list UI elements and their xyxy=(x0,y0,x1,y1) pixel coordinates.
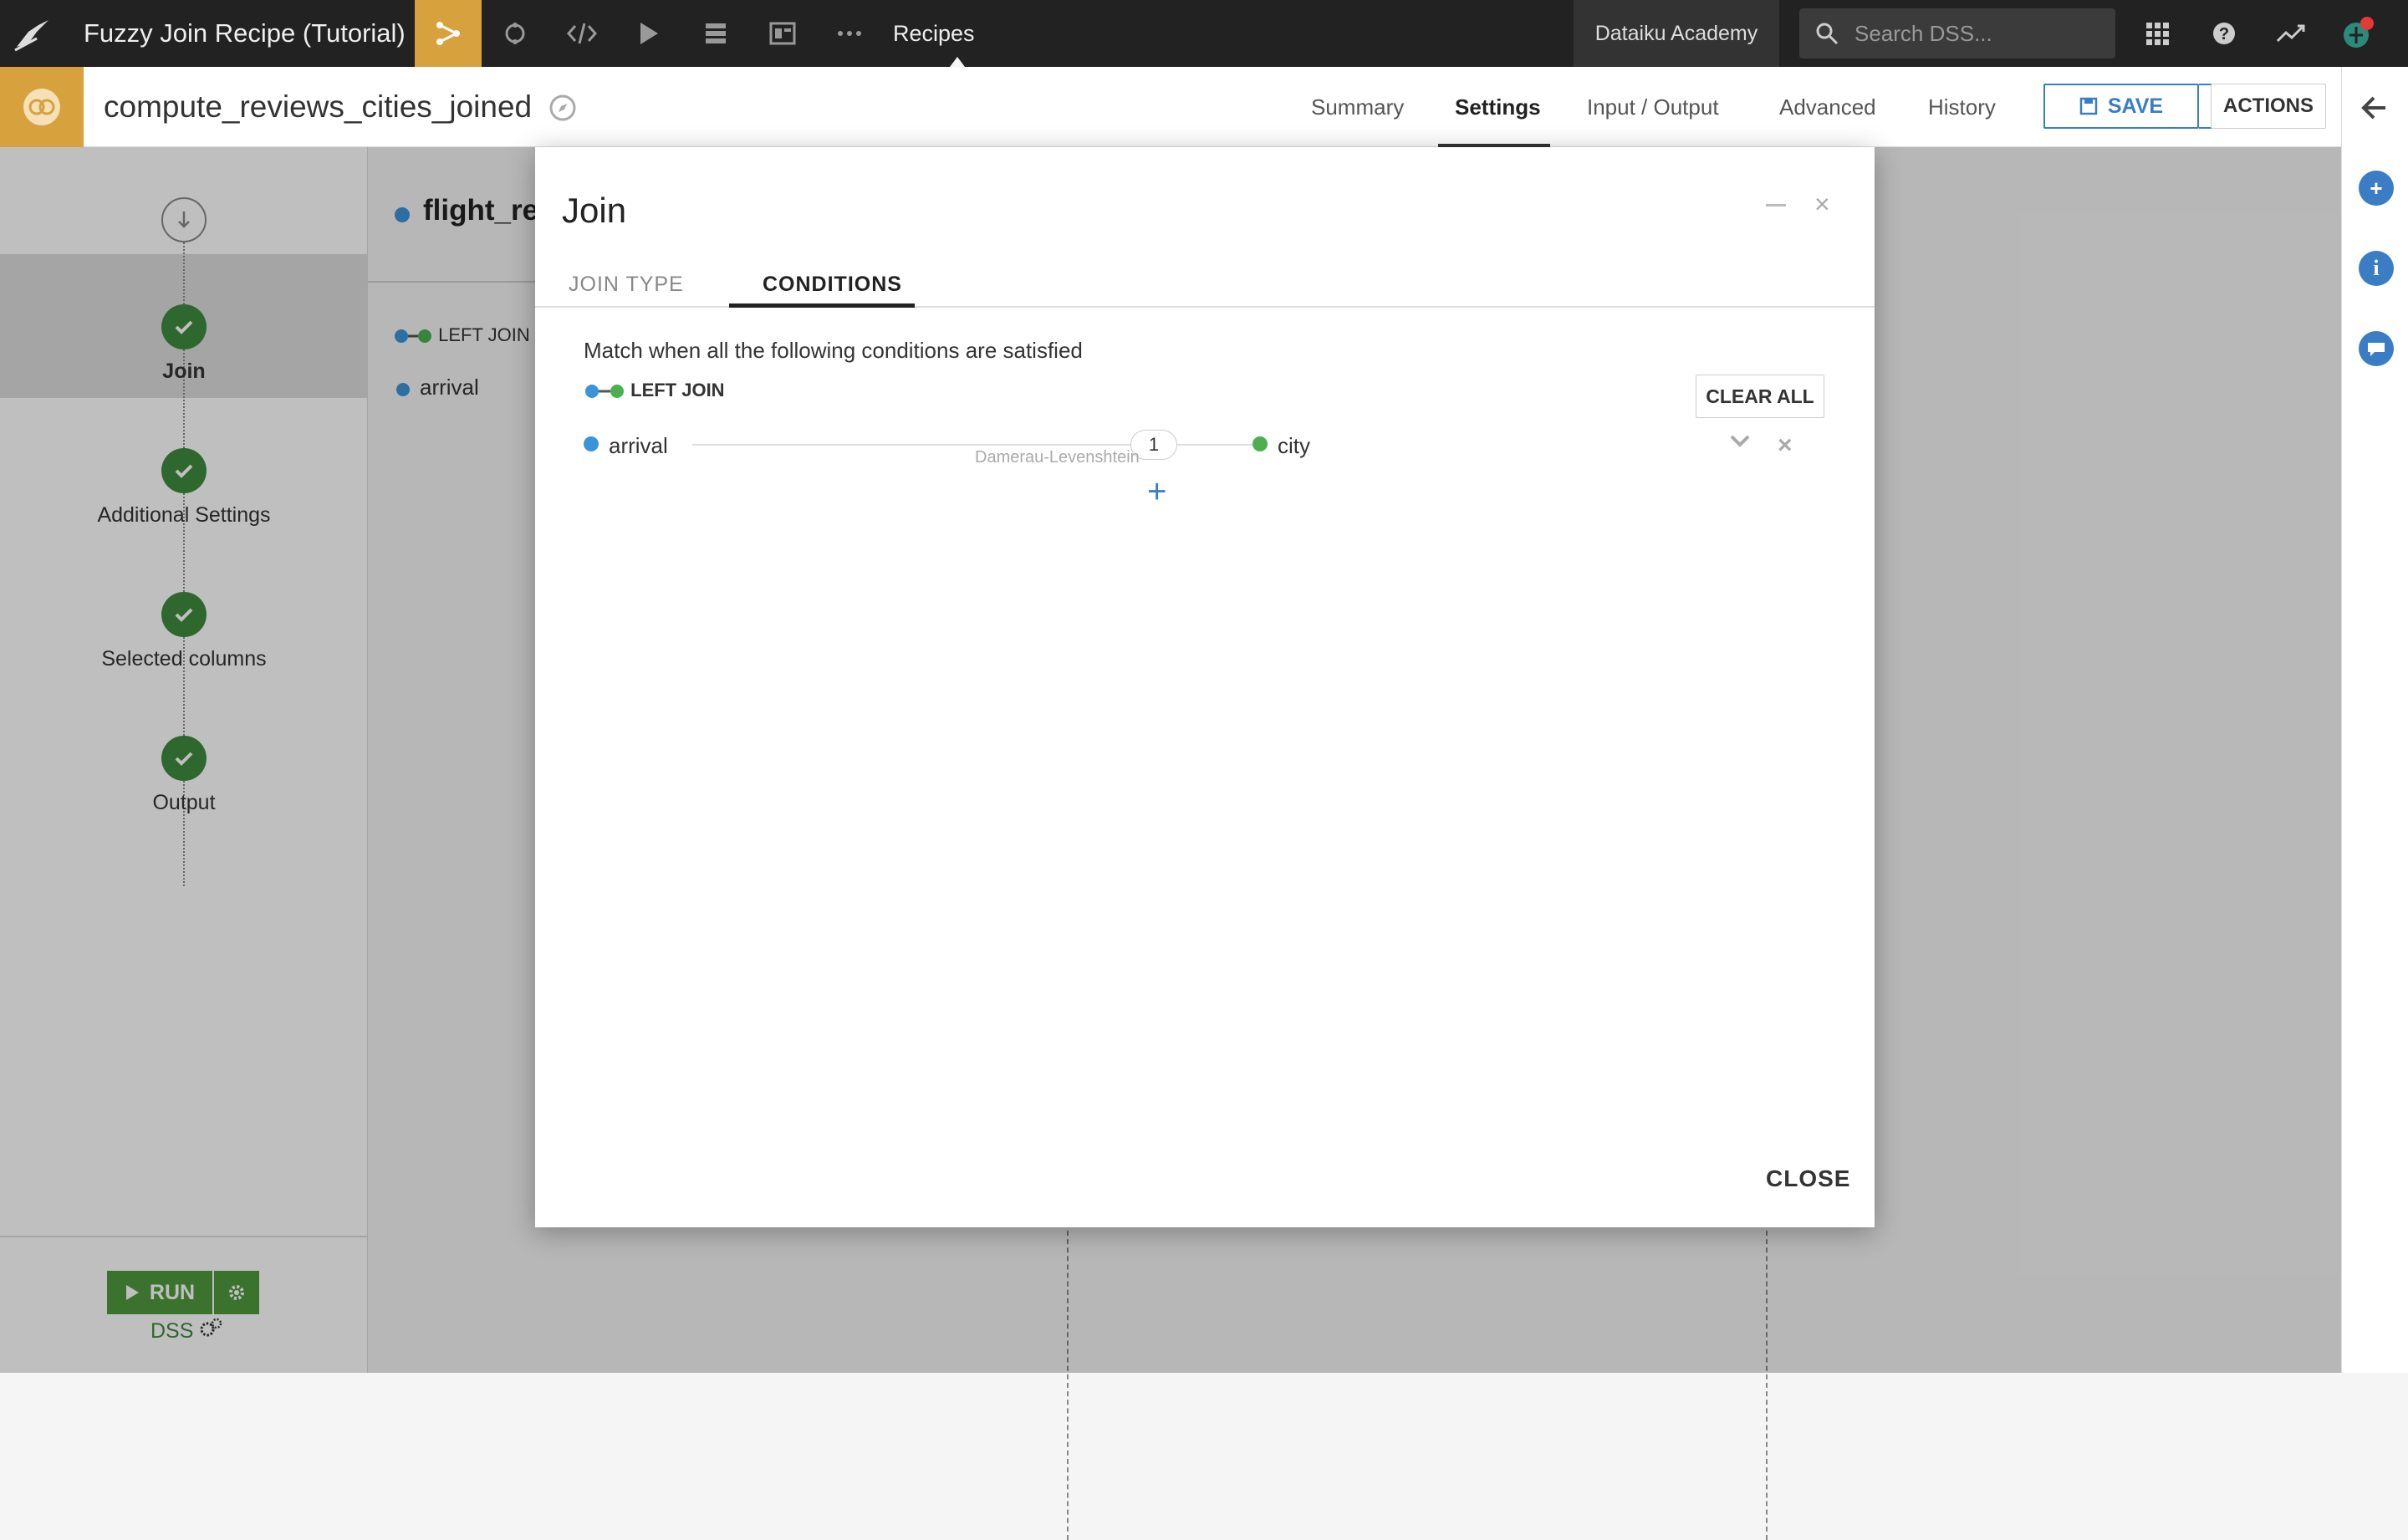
search-icon xyxy=(1814,21,1839,50)
dashboard-icon[interactable] xyxy=(749,0,816,67)
search-input[interactable] xyxy=(1853,8,2104,59)
tab-summary[interactable]: Summary xyxy=(1311,67,1404,147)
add-condition-button[interactable]: + xyxy=(1147,473,1166,511)
condition-left-column[interactable]: arrival xyxy=(609,433,668,459)
recipe-header: compute_reviews_cities_joined Summary Se… xyxy=(0,67,2408,147)
activity-trend-icon[interactable] xyxy=(2258,0,2324,67)
user-avatar-icon[interactable] xyxy=(2324,0,2391,67)
compass-icon[interactable] xyxy=(548,94,577,126)
close-button[interactable]: CLOSE xyxy=(1766,1165,1850,1192)
save-icon xyxy=(2079,97,2098,115)
play-icon[interactable] xyxy=(615,0,682,67)
code-icon[interactable] xyxy=(548,0,615,67)
top-navigation-bar: Fuzzy Join Recipe (Tutorial) Recipes Dat… xyxy=(0,0,2408,67)
tab-settings[interactable]: Settings xyxy=(1455,67,1541,147)
save-button[interactable]: SAVE xyxy=(2043,84,2199,129)
help-icon[interactable]: ? xyxy=(2191,0,2258,67)
dataiku-academy-link[interactable]: Dataiku Academy xyxy=(1574,0,1779,67)
breadcrumb-caret xyxy=(950,57,965,67)
flow-icon[interactable] xyxy=(415,0,482,67)
modal-title: Join xyxy=(562,191,627,230)
tab-history[interactable]: History xyxy=(1928,67,1996,147)
left-column-dot xyxy=(584,436,599,451)
tab-advanced[interactable]: Advanced xyxy=(1779,67,1876,147)
search-box[interactable] xyxy=(1799,8,2115,59)
clear-all-button[interactable]: CLEAR ALL xyxy=(1696,375,1824,418)
tab-input-output[interactable]: Input / Output xyxy=(1587,67,1719,147)
remove-condition-icon[interactable]: × xyxy=(1778,431,1793,460)
chevron-down-icon[interactable] xyxy=(1729,433,1751,452)
condition-right-column[interactable]: city xyxy=(1278,433,1310,459)
info-icon[interactable]: i xyxy=(2359,251,2394,286)
join-recipe-icon xyxy=(0,67,84,147)
dataiku-logo-icon[interactable] xyxy=(12,13,54,55)
add-icon[interactable]: + xyxy=(2359,171,2394,206)
chat-icon[interactable] xyxy=(2359,331,2394,366)
close-icon[interactable]: × xyxy=(1814,189,1830,220)
tab-join-type[interactable]: JOIN TYPE xyxy=(569,273,684,297)
stack-icon[interactable] xyxy=(682,0,749,67)
minimize-icon[interactable] xyxy=(1766,204,1786,207)
actions-button[interactable]: ACTIONS xyxy=(2211,84,2326,129)
condition-connector-line xyxy=(1177,444,1258,446)
collapse-arrow-icon[interactable] xyxy=(2360,95,2389,125)
apps-grid-icon[interactable] xyxy=(2124,0,2191,67)
more-icon[interactable] xyxy=(816,0,883,67)
refresh-cycle-icon[interactable] xyxy=(482,0,548,67)
condition-connector-line xyxy=(692,444,1130,446)
recipe-name[interactable]: compute_reviews_cities_joined xyxy=(104,67,532,147)
join-conditions-modal: Join × JOIN TYPE CONDITIONS Match when a… xyxy=(535,147,1875,1227)
right-rail: + i xyxy=(2341,67,2408,1373)
join-type-indicator: LEFT JOIN xyxy=(584,380,725,401)
right-column-dot xyxy=(1252,436,1268,451)
save-label: SAVE xyxy=(2107,94,2164,118)
tab-conditions[interactable]: CONDITIONS xyxy=(763,273,902,297)
join-type-text: LEFT JOIN xyxy=(630,380,725,400)
modal-active-tab-underline xyxy=(729,303,915,308)
svg-text:?: ? xyxy=(2219,25,2229,43)
left-join-icon xyxy=(585,385,624,399)
conditions-description: Match when all the following conditions … xyxy=(584,338,1083,363)
distance-algorithm: Damerau-Levenshtein xyxy=(975,448,1140,467)
project-title[interactable]: Fuzzy Join Recipe (Tutorial) xyxy=(84,0,406,67)
